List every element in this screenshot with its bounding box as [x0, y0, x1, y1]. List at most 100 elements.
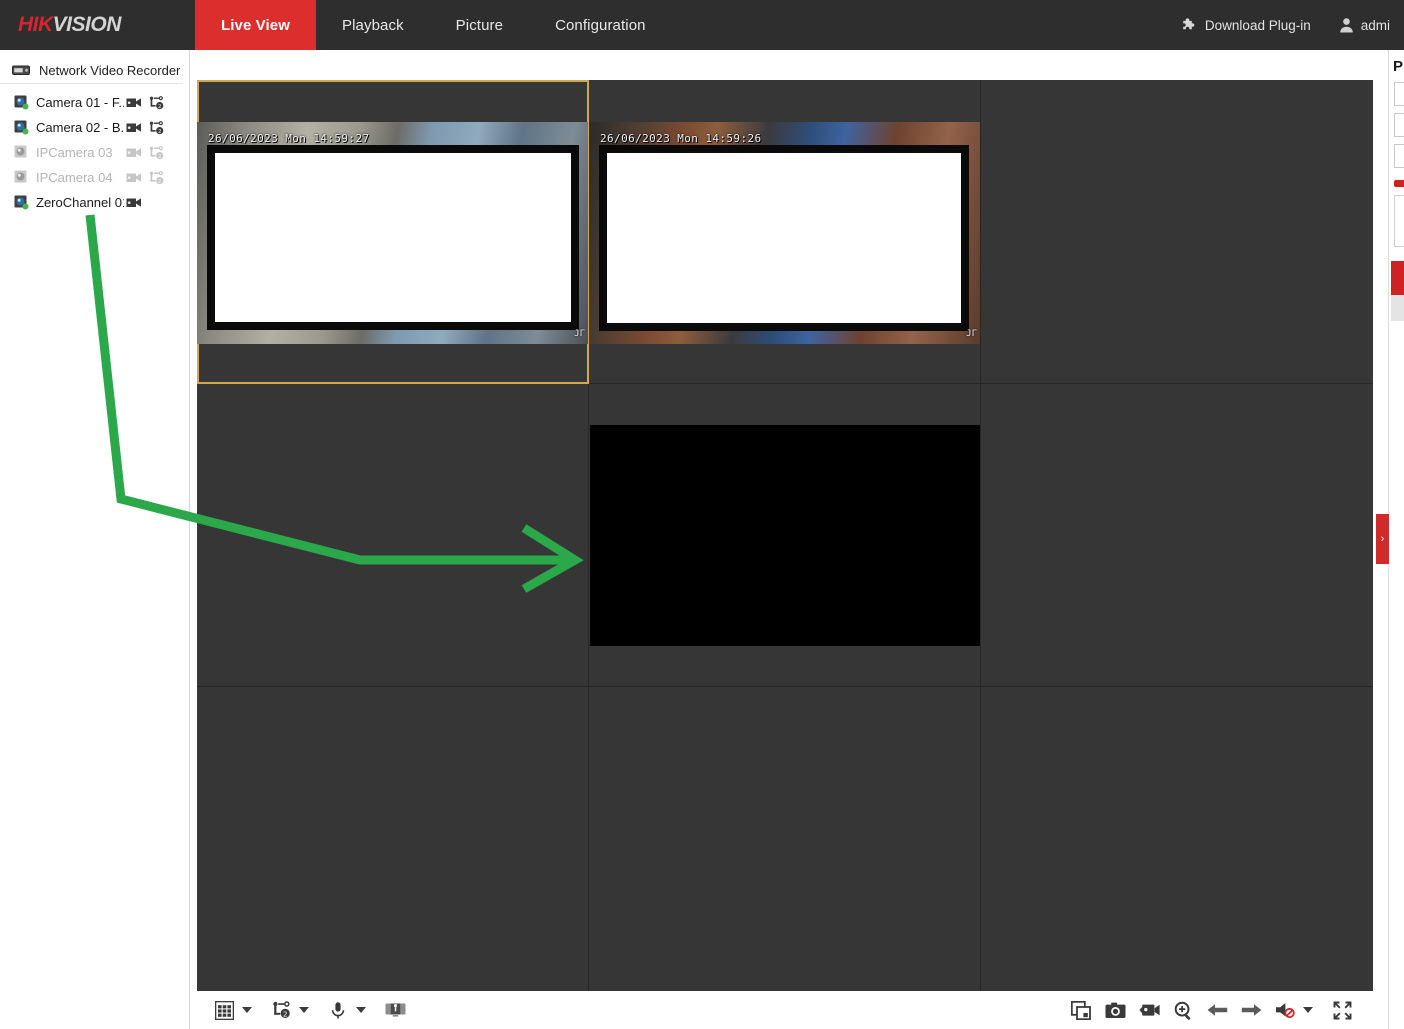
grid-layout-button[interactable] [207, 995, 241, 1025]
video-cell-1-timestamp: 26/06/2023 Mon 14:59:27 [208, 132, 370, 145]
video-cell-8[interactable] [589, 687, 981, 991]
digital-zoom-button[interactable] [1166, 995, 1200, 1025]
camera-01-actions: 2 [126, 96, 165, 110]
sidebar-item-zerochannel-01[interactable]: ZeroChannel 01 [0, 190, 189, 215]
stream-type-icon[interactable]: 2 [149, 96, 165, 110]
camera-02-actions: 2 [126, 121, 165, 135]
video-cell-6[interactable] [981, 384, 1373, 688]
layout-selector [207, 995, 264, 1025]
video-cell-2[interactable]: 26/06/2023 Mon 14:59:26 JГ [589, 80, 981, 384]
video-cell-9[interactable] [981, 687, 1373, 991]
volume-control [1268, 995, 1325, 1025]
fullscreen-button[interactable] [1325, 995, 1359, 1025]
start-live-view-icon[interactable] [126, 96, 142, 109]
speaker-muted-button[interactable] [1268, 995, 1302, 1025]
snapshot-button[interactable] [1098, 995, 1132, 1025]
capture-all-button[interactable] [1064, 995, 1098, 1025]
digital-zoom-icon [1174, 1001, 1193, 1020]
user-icon [1339, 17, 1354, 33]
start-live-view-icon[interactable] [126, 171, 142, 184]
stream-type-icon[interactable]: 2 [149, 146, 165, 160]
ptz-speed-slider-track[interactable] [1391, 295, 1404, 321]
next-page-button[interactable] [1234, 995, 1268, 1025]
volume-dropdown-caret[interactable] [1303, 1007, 1313, 1013]
ptz-speed-slider-fill[interactable] [1391, 261, 1404, 295]
microphone-button[interactable] [321, 995, 355, 1025]
stream-type-button[interactable]: 2 [264, 995, 298, 1025]
ptz-preset-box-2[interactable] [1394, 113, 1404, 137]
user-account-menu[interactable]: admi [1325, 17, 1404, 33]
device-node-network-video-recorder[interactable]: Network Video Recorder [0, 58, 183, 84]
fullscreen-icon [1333, 1001, 1352, 1020]
sidebar-item-camera-01-label: Camera 01 - F... [36, 95, 124, 110]
tab-playback[interactable]: Playback [316, 0, 430, 50]
microphone-dropdown-caret[interactable] [356, 1007, 366, 1013]
capture-all-icon [1071, 1001, 1091, 1020]
main-navigation: Live View Playback Picture Configuration [195, 0, 672, 50]
live-view-toolbar: 2 [197, 991, 1373, 1029]
video-cell-1[interactable]: 26/06/2023 Mon 14:59:27 JГ [197, 80, 589, 384]
previous-page-icon [1207, 1002, 1228, 1018]
nvr-icon [12, 64, 30, 77]
live-view-video-grid: 26/06/2023 Mon 14:59:27 JГ 26/06/2023 Mo… [197, 80, 1373, 991]
start-live-view-icon[interactable] [126, 146, 142, 159]
tab-live-view[interactable]: Live View [195, 0, 316, 50]
sidebar-item-ipcamera-03-label: IPCamera 03 [36, 145, 124, 160]
download-plugin-button[interactable]: Download Plug-in [1167, 17, 1325, 34]
toolbar-left-group: 2 [197, 995, 412, 1025]
tab-picture[interactable]: Picture [430, 0, 529, 50]
svg-text:2: 2 [158, 179, 161, 185]
svg-text:2: 2 [158, 129, 161, 135]
video-cell-2-corner-text: JГ [966, 329, 977, 339]
camera-online-icon [14, 95, 29, 110]
hikvision-logo[interactable]: HIKVISION [0, 0, 195, 50]
sidebar-item-ipcamera-04[interactable]: IPCamera 04 2 [0, 165, 189, 190]
ptz-panel-title: P [1389, 50, 1404, 75]
camera-online-icon [14, 120, 29, 135]
grid-layout-icon [215, 1001, 234, 1020]
panel-collapse-toggle[interactable]: › [1376, 514, 1389, 564]
top-header-bar: HIKVISION Live View Playback Picture Con… [0, 0, 1404, 50]
stream-type-selector: 2 [264, 995, 321, 1025]
previous-page-button[interactable] [1200, 995, 1234, 1025]
video-cell-7[interactable] [197, 687, 589, 991]
ptz-control-panel: P [1388, 50, 1404, 1029]
svg-text:2: 2 [158, 104, 161, 110]
snapshot-icon [1105, 1002, 1126, 1019]
video-cell-2-redaction-overlay [599, 145, 969, 331]
stream-type-icon: 2 [272, 1001, 291, 1019]
start-live-view-icon[interactable] [126, 196, 142, 209]
start-live-view-icon[interactable] [126, 121, 142, 134]
stream-type-dropdown-caret[interactable] [299, 1007, 309, 1013]
camera-offline-icon [14, 145, 29, 160]
stream-type-icon[interactable]: 2 [149, 171, 165, 185]
camera-list-sidebar: Network Video Recorder Camera 01 - F... [0, 50, 190, 1029]
puzzle-icon [1181, 17, 1198, 34]
two-way-audio-icon [385, 1001, 406, 1019]
logo-hik-text: HIK [18, 13, 53, 36]
sidebar-item-zerochannel-01-label: ZeroChannel 01 [36, 195, 124, 210]
stream-type-icon[interactable]: 2 [149, 121, 165, 135]
sidebar-item-camera-02[interactable]: Camera 02 - B... 2 [0, 115, 189, 140]
video-cell-1-redaction-overlay [207, 145, 579, 330]
svg-text:2: 2 [282, 1010, 286, 1018]
two-way-audio-button[interactable] [378, 995, 412, 1025]
logo-vision-text: VISION [53, 13, 121, 36]
ptz-status-indicator [1394, 180, 1404, 187]
audio-selector [321, 995, 378, 1025]
sidebar-item-camera-01[interactable]: Camera 01 - F... 2 [0, 90, 189, 115]
video-cell-1-corner-text: JГ [574, 329, 585, 339]
ptz-preset-box-3[interactable] [1394, 144, 1404, 168]
record-button[interactable] [1132, 995, 1166, 1025]
download-plugin-label: Download Plug-in [1205, 18, 1311, 33]
camera-offline-icon [14, 170, 29, 185]
tab-configuration[interactable]: Configuration [529, 0, 672, 50]
next-page-icon [1241, 1002, 1262, 1018]
grid-layout-dropdown-caret[interactable] [242, 1007, 252, 1013]
video-cell-4[interactable] [197, 384, 589, 688]
video-cell-3[interactable] [981, 80, 1373, 384]
sidebar-item-ipcamera-03[interactable]: IPCamera 03 2 [0, 140, 189, 165]
ptz-speed-box[interactable] [1394, 195, 1404, 247]
video-cell-5[interactable] [589, 384, 981, 688]
ptz-preset-box-1[interactable] [1394, 82, 1404, 106]
